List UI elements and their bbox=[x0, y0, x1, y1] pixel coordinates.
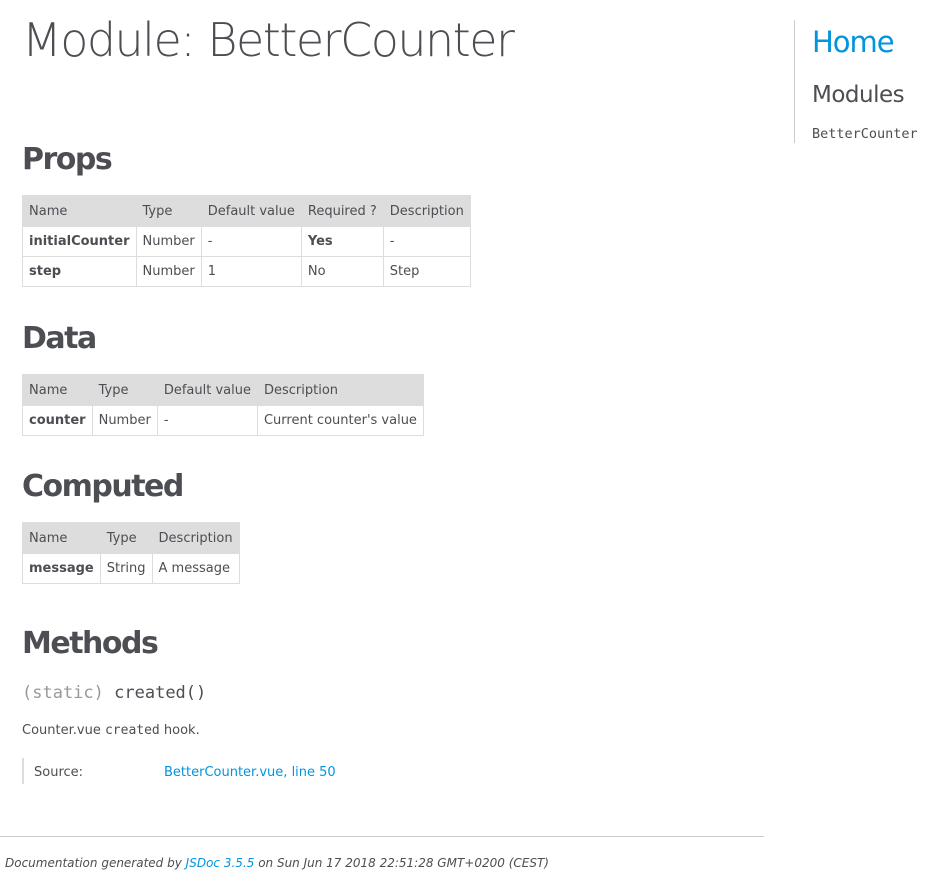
column-header: Required ? bbox=[300, 195, 384, 227]
table-row: step Number 1 No Step bbox=[22, 256, 471, 287]
nav-home-link[interactable]: Home bbox=[812, 22, 895, 62]
method-desc-suffix: hook. bbox=[163, 723, 200, 738]
prop-name: step bbox=[22, 256, 137, 287]
data-table: Name Type Default value Description coun… bbox=[22, 374, 424, 436]
column-header: Default value bbox=[156, 374, 258, 406]
prop-required: Yes bbox=[300, 226, 384, 257]
method-description: Counter.vue created hook. bbox=[22, 721, 200, 741]
table-row: counter Number - Current counter's value bbox=[22, 405, 424, 436]
table-header-row: Name Type Default value Description bbox=[22, 374, 424, 406]
table-row: message String A message bbox=[22, 553, 240, 584]
sidebar-nav: Home Modules BetterCounter bbox=[794, 20, 938, 143]
prop-description: Step bbox=[382, 256, 471, 287]
prop-name: initialCounter bbox=[22, 226, 137, 257]
methods-heading: Methods bbox=[22, 626, 159, 661]
prop-default: 1 bbox=[200, 256, 302, 287]
computed-table: Name Type Description message String A m… bbox=[22, 522, 240, 584]
method-signature: (static) created() bbox=[22, 680, 206, 706]
data-type-cell: Number bbox=[91, 405, 158, 436]
table-header-row: Name Type Default value Required ? Descr… bbox=[22, 195, 471, 227]
column-header: Type bbox=[91, 374, 158, 406]
data-description-cell: Current counter's value bbox=[256, 405, 424, 436]
method-name: created() bbox=[114, 683, 207, 703]
nav-modules-heading: Modules bbox=[812, 82, 905, 108]
column-header: Description bbox=[382, 195, 471, 227]
footer-divider bbox=[0, 836, 764, 837]
column-header: Name bbox=[22, 522, 101, 554]
method-desc-prefix: Counter.vue bbox=[22, 723, 101, 738]
nav-item-bettercounter[interactable]: BetterCounter bbox=[812, 124, 918, 144]
column-header: Default value bbox=[200, 195, 302, 227]
column-header: Name bbox=[22, 374, 93, 406]
computed-name-cell: message bbox=[22, 553, 101, 584]
prop-default: - bbox=[200, 226, 302, 257]
jsdoc-link[interactable]: JSDoc 3.5.5 bbox=[186, 856, 255, 870]
footer-prefix: Documentation generated by bbox=[5, 856, 182, 870]
table-header-row: Name Type Description bbox=[22, 522, 240, 554]
method-desc-code: created bbox=[104, 723, 160, 738]
prop-required: No bbox=[300, 256, 384, 287]
page-title: Module: BetterCounter bbox=[22, 13, 515, 67]
home-link[interactable]: Home bbox=[812, 25, 895, 59]
source-line-link[interactable]: line 50 bbox=[292, 765, 336, 780]
source-value: BetterCounter.vue, line 50 bbox=[164, 758, 336, 788]
prop-type: Number bbox=[135, 226, 202, 257]
column-header: Name bbox=[22, 195, 137, 227]
source-block: Source: BetterCounter.vue, line 50 bbox=[22, 758, 524, 784]
computed-heading: Computed bbox=[22, 469, 184, 504]
computed-type-cell: String bbox=[99, 553, 153, 584]
data-name-cell: counter bbox=[22, 405, 93, 436]
props-heading: Props bbox=[22, 142, 113, 177]
source-separator: , bbox=[283, 765, 288, 780]
column-header: Type bbox=[99, 522, 153, 554]
data-default-cell: - bbox=[156, 405, 258, 436]
prop-type: Number bbox=[135, 256, 202, 287]
source-file-link[interactable]: BetterCounter.vue bbox=[164, 765, 283, 780]
method-attribs: (static) bbox=[22, 683, 104, 703]
data-heading: Data bbox=[22, 321, 97, 356]
table-row: initialCounter Number - Yes - bbox=[22, 226, 471, 257]
prop-description: - bbox=[382, 226, 471, 257]
source-label: Source: bbox=[34, 765, 84, 780]
footer: Documentation generated by JSDoc 3.5.5 o… bbox=[5, 853, 549, 873]
computed-description-cell: A message bbox=[151, 553, 240, 584]
column-header: Description bbox=[151, 522, 240, 554]
props-table: Name Type Default value Required ? Descr… bbox=[22, 195, 471, 287]
footer-suffix: on Sun Jun 17 2018 22:51:28 GMT+0200 (CE… bbox=[258, 856, 549, 870]
column-header: Type bbox=[135, 195, 202, 227]
column-header: Description bbox=[256, 374, 424, 406]
